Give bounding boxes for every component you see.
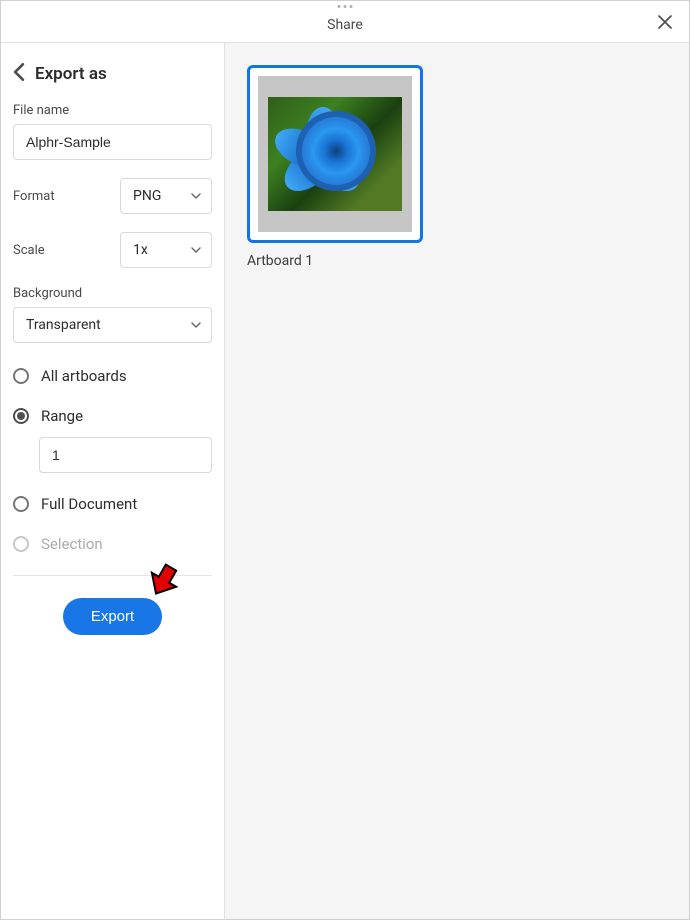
radio-selection: Selection xyxy=(13,535,212,553)
radio-full-document[interactable]: Full Document xyxy=(13,495,212,513)
chevron-left-icon xyxy=(13,63,25,81)
radio-icon xyxy=(13,408,29,424)
back-button[interactable] xyxy=(13,63,25,85)
chevron-down-icon xyxy=(191,245,201,255)
radio-label: Full Document xyxy=(41,495,137,513)
background-value: Transparent xyxy=(26,317,101,333)
format-label: Format xyxy=(13,189,55,204)
file-name-label: File name xyxy=(13,103,212,118)
range-input[interactable] xyxy=(39,437,212,473)
annotation-arrow-icon xyxy=(145,558,185,610)
background-label: Background xyxy=(13,286,212,301)
artboard-title: Artboard 1 xyxy=(247,253,667,269)
chevron-down-icon xyxy=(191,191,201,201)
scale-label: Scale xyxy=(13,243,45,258)
radio-all-artboards[interactable]: All artboards xyxy=(13,367,212,385)
artboard-thumbnail[interactable] xyxy=(247,65,423,243)
radio-icon xyxy=(13,496,29,512)
close-icon xyxy=(658,15,672,29)
format-value: PNG xyxy=(133,188,161,204)
chevron-down-icon xyxy=(191,320,201,330)
file-name-input[interactable] xyxy=(13,124,212,160)
radio-range[interactable]: Range xyxy=(13,407,212,425)
radio-label: All artboards xyxy=(41,367,127,385)
close-button[interactable] xyxy=(653,10,677,34)
artboard-preview-area: Artboard 1 xyxy=(225,43,689,919)
format-select[interactable]: PNG xyxy=(120,178,212,214)
radio-icon xyxy=(13,368,29,384)
drag-handle-icon xyxy=(338,5,353,8)
radio-label: Selection xyxy=(41,535,103,553)
export-sidebar: Export as File name Format PNG Scale 1x … xyxy=(1,43,225,919)
radio-label: Range xyxy=(41,407,83,425)
scale-value: 1x xyxy=(133,242,148,258)
dialog-header: Share xyxy=(1,1,689,43)
radio-icon xyxy=(13,536,29,552)
artboard-image xyxy=(258,76,412,232)
panel-title: Export as xyxy=(35,64,107,84)
dialog-title: Share xyxy=(327,17,363,33)
background-select[interactable]: Transparent xyxy=(13,307,212,343)
scale-select[interactable]: 1x xyxy=(120,232,212,268)
